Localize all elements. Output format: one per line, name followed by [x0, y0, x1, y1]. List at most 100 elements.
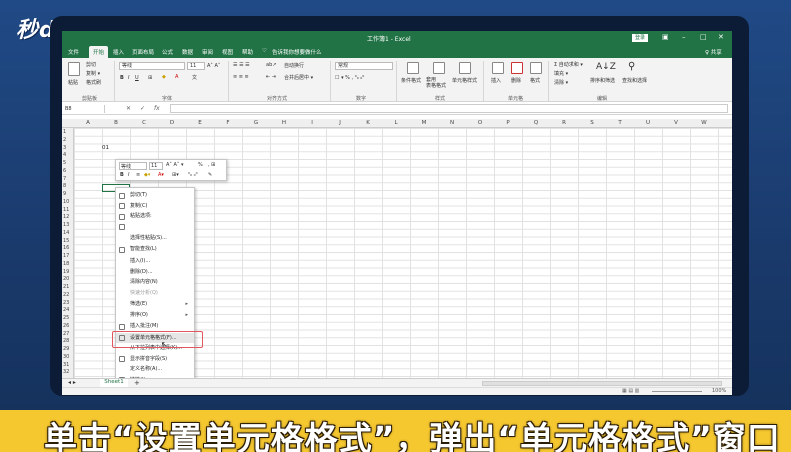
format-cells-button[interactable]: 格式 [530, 77, 540, 84]
column-header-u[interactable]: U [634, 120, 662, 126]
row-header-27[interactable]: 27 [63, 331, 69, 337]
column-header-d[interactable]: D [158, 120, 186, 126]
table-format-button[interactable]: 套用 表格格式 [426, 77, 446, 89]
tab-help[interactable]: 帮助 [242, 48, 253, 56]
italic-icon[interactable]: I [128, 75, 129, 81]
row-header-18[interactable]: 18 [63, 261, 69, 267]
tab-view[interactable]: 视图 [222, 48, 233, 56]
row-header-5[interactable]: 5 [63, 160, 66, 166]
login-button[interactable]: 登录 [632, 34, 648, 42]
row-header-2[interactable]: 2 [63, 137, 66, 143]
tab-insert[interactable]: 插入 [113, 48, 124, 56]
column-header-v[interactable]: V [662, 120, 690, 126]
menu-item-6[interactable]: 插入(I)... [116, 256, 194, 267]
column-header-t[interactable]: T [606, 120, 634, 126]
menu-item-10[interactable]: 筛选(E) ▸ [116, 299, 194, 310]
mini-comma-icon[interactable]: , ⊞ [208, 162, 215, 168]
row-header-30[interactable]: 30 [63, 354, 69, 360]
zoom-slider[interactable] [652, 391, 702, 392]
mini-border-icon[interactable]: ⊞▾ [172, 172, 179, 178]
mini-font-color-icon[interactable]: A▾ [158, 172, 164, 178]
horizontal-scrollbar[interactable] [482, 381, 722, 386]
format-cells-icon[interactable] [530, 62, 542, 74]
menu-item-1[interactable]: 复制(C) [116, 201, 194, 212]
close-icon[interactable]: ✕ [718, 33, 724, 41]
mini-italic-icon[interactable]: I [128, 172, 129, 178]
fill-color-icon[interactable]: ◆ [162, 74, 166, 80]
cancel-icon[interactable]: ✕ [126, 105, 131, 112]
row-header-11[interactable]: 11 [63, 207, 69, 213]
menu-item-7[interactable]: 删除(D)... [116, 267, 194, 278]
table-format-icon[interactable] [433, 62, 445, 74]
column-header-e[interactable]: E [186, 120, 214, 126]
mini-font-select[interactable]: 等线 [119, 162, 147, 170]
mini-decimal-icon[interactable]: ⁰₀ ₀⁰ [188, 172, 198, 178]
column-header-j[interactable]: J [326, 120, 354, 126]
cut-button[interactable]: 剪切 [86, 61, 96, 68]
currency-icon[interactable]: ☐ ▾ % , ⁰₀ ₀⁰ [335, 75, 364, 81]
row-header-22[interactable]: 22 [63, 292, 69, 298]
row-header-23[interactable]: 23 [63, 300, 69, 306]
row-header-21[interactable]: 21 [63, 284, 69, 290]
row-header-32[interactable]: 32 [63, 369, 69, 375]
column-header-o[interactable]: O [466, 120, 494, 126]
column-header-i[interactable]: I [298, 120, 326, 126]
tab-page-layout[interactable]: 页面布局 [132, 48, 154, 56]
column-header-q[interactable]: Q [522, 120, 550, 126]
paste-button[interactable]: 粘贴 [68, 79, 78, 86]
format-painter-button[interactable]: 格式刷 [86, 79, 101, 86]
column-header-c[interactable]: C [130, 120, 158, 126]
tab-home[interactable]: 开始 [89, 46, 109, 58]
font-color-icon[interactable]: A [175, 74, 178, 80]
menu-item-12[interactable]: 插入批注(M) [116, 321, 194, 332]
column-header-b[interactable]: B [102, 120, 130, 126]
tab-formulas[interactable]: 公式 [162, 48, 173, 56]
delete-cells-button[interactable]: 删除 [511, 77, 521, 84]
row-header-15[interactable]: 15 [63, 238, 69, 244]
menu-item-15[interactable]: 显示拼音字段(S) [116, 354, 194, 365]
font-name-select[interactable]: 等线 [119, 62, 185, 70]
menu-item-16[interactable]: 定义名称(A)... [116, 364, 194, 375]
delete-cells-icon[interactable] [511, 62, 523, 74]
autosum-button[interactable]: Σ 自动求和 ▾ [554, 61, 583, 68]
enter-icon[interactable]: ✓ [140, 105, 145, 112]
clear-button[interactable]: 清除 ▾ [554, 79, 568, 86]
menu-item-0[interactable]: 剪切(T) [116, 190, 194, 201]
column-header-l[interactable]: L [382, 120, 410, 126]
view-normal-icon[interactable]: ▦ ▤ ▥ [622, 388, 639, 394]
tab-file[interactable]: 文件 [68, 48, 79, 56]
find-select-icon[interactable]: ⚲ [628, 61, 635, 72]
row-header-14[interactable]: 14 [63, 230, 69, 236]
row-header-24[interactable]: 24 [63, 307, 69, 313]
column-header-k[interactable]: K [354, 120, 382, 126]
insert-function-icon[interactable]: fx [154, 105, 160, 112]
tab-data[interactable]: 数据 [182, 48, 193, 56]
row-header-9[interactable]: 9 [63, 191, 66, 197]
column-header-r[interactable]: R [550, 120, 578, 126]
menu-item-5[interactable]: 智能查找(L) [116, 244, 194, 255]
menu-item-4[interactable]: 选择性粘贴(S)... [116, 233, 194, 244]
menu-item-8[interactable]: 清除内容(N) [116, 277, 194, 288]
border-icon[interactable]: ⊞ [148, 75, 152, 81]
merge-center-button[interactable]: 合并后居中 ▾ [284, 74, 313, 81]
mini-size-select[interactable]: 11 [149, 162, 163, 170]
phonetic-icon[interactable]: 文 [192, 74, 197, 81]
menu-item-3[interactable] [116, 222, 194, 234]
column-header-f[interactable]: F [214, 120, 242, 126]
row-header-13[interactable]: 13 [63, 222, 69, 228]
insert-cells-button[interactable]: 插入 [491, 77, 501, 84]
row-header-1[interactable]: 1 [63, 129, 66, 135]
font-size-select[interactable]: 11 [187, 62, 205, 70]
formula-input[interactable] [170, 104, 728, 113]
minimize-icon[interactable]: – [682, 33, 686, 41]
row-header-25[interactable]: 25 [63, 315, 69, 321]
mini-grow-font-icon[interactable]: A˄ A˅ ▾ [166, 162, 184, 168]
copy-button[interactable]: 复制 ▾ [86, 70, 100, 77]
mini-fill-color-icon[interactable]: ◆▾ [144, 172, 150, 178]
cell-style-icon[interactable] [459, 62, 471, 74]
paste-icon[interactable] [68, 62, 80, 76]
bold-icon[interactable]: B [120, 75, 124, 81]
row-header-7[interactable]: 7 [63, 176, 66, 182]
ribbon-display-icon[interactable]: ▣ [662, 33, 669, 41]
underline-icon[interactable]: U [135, 75, 139, 81]
